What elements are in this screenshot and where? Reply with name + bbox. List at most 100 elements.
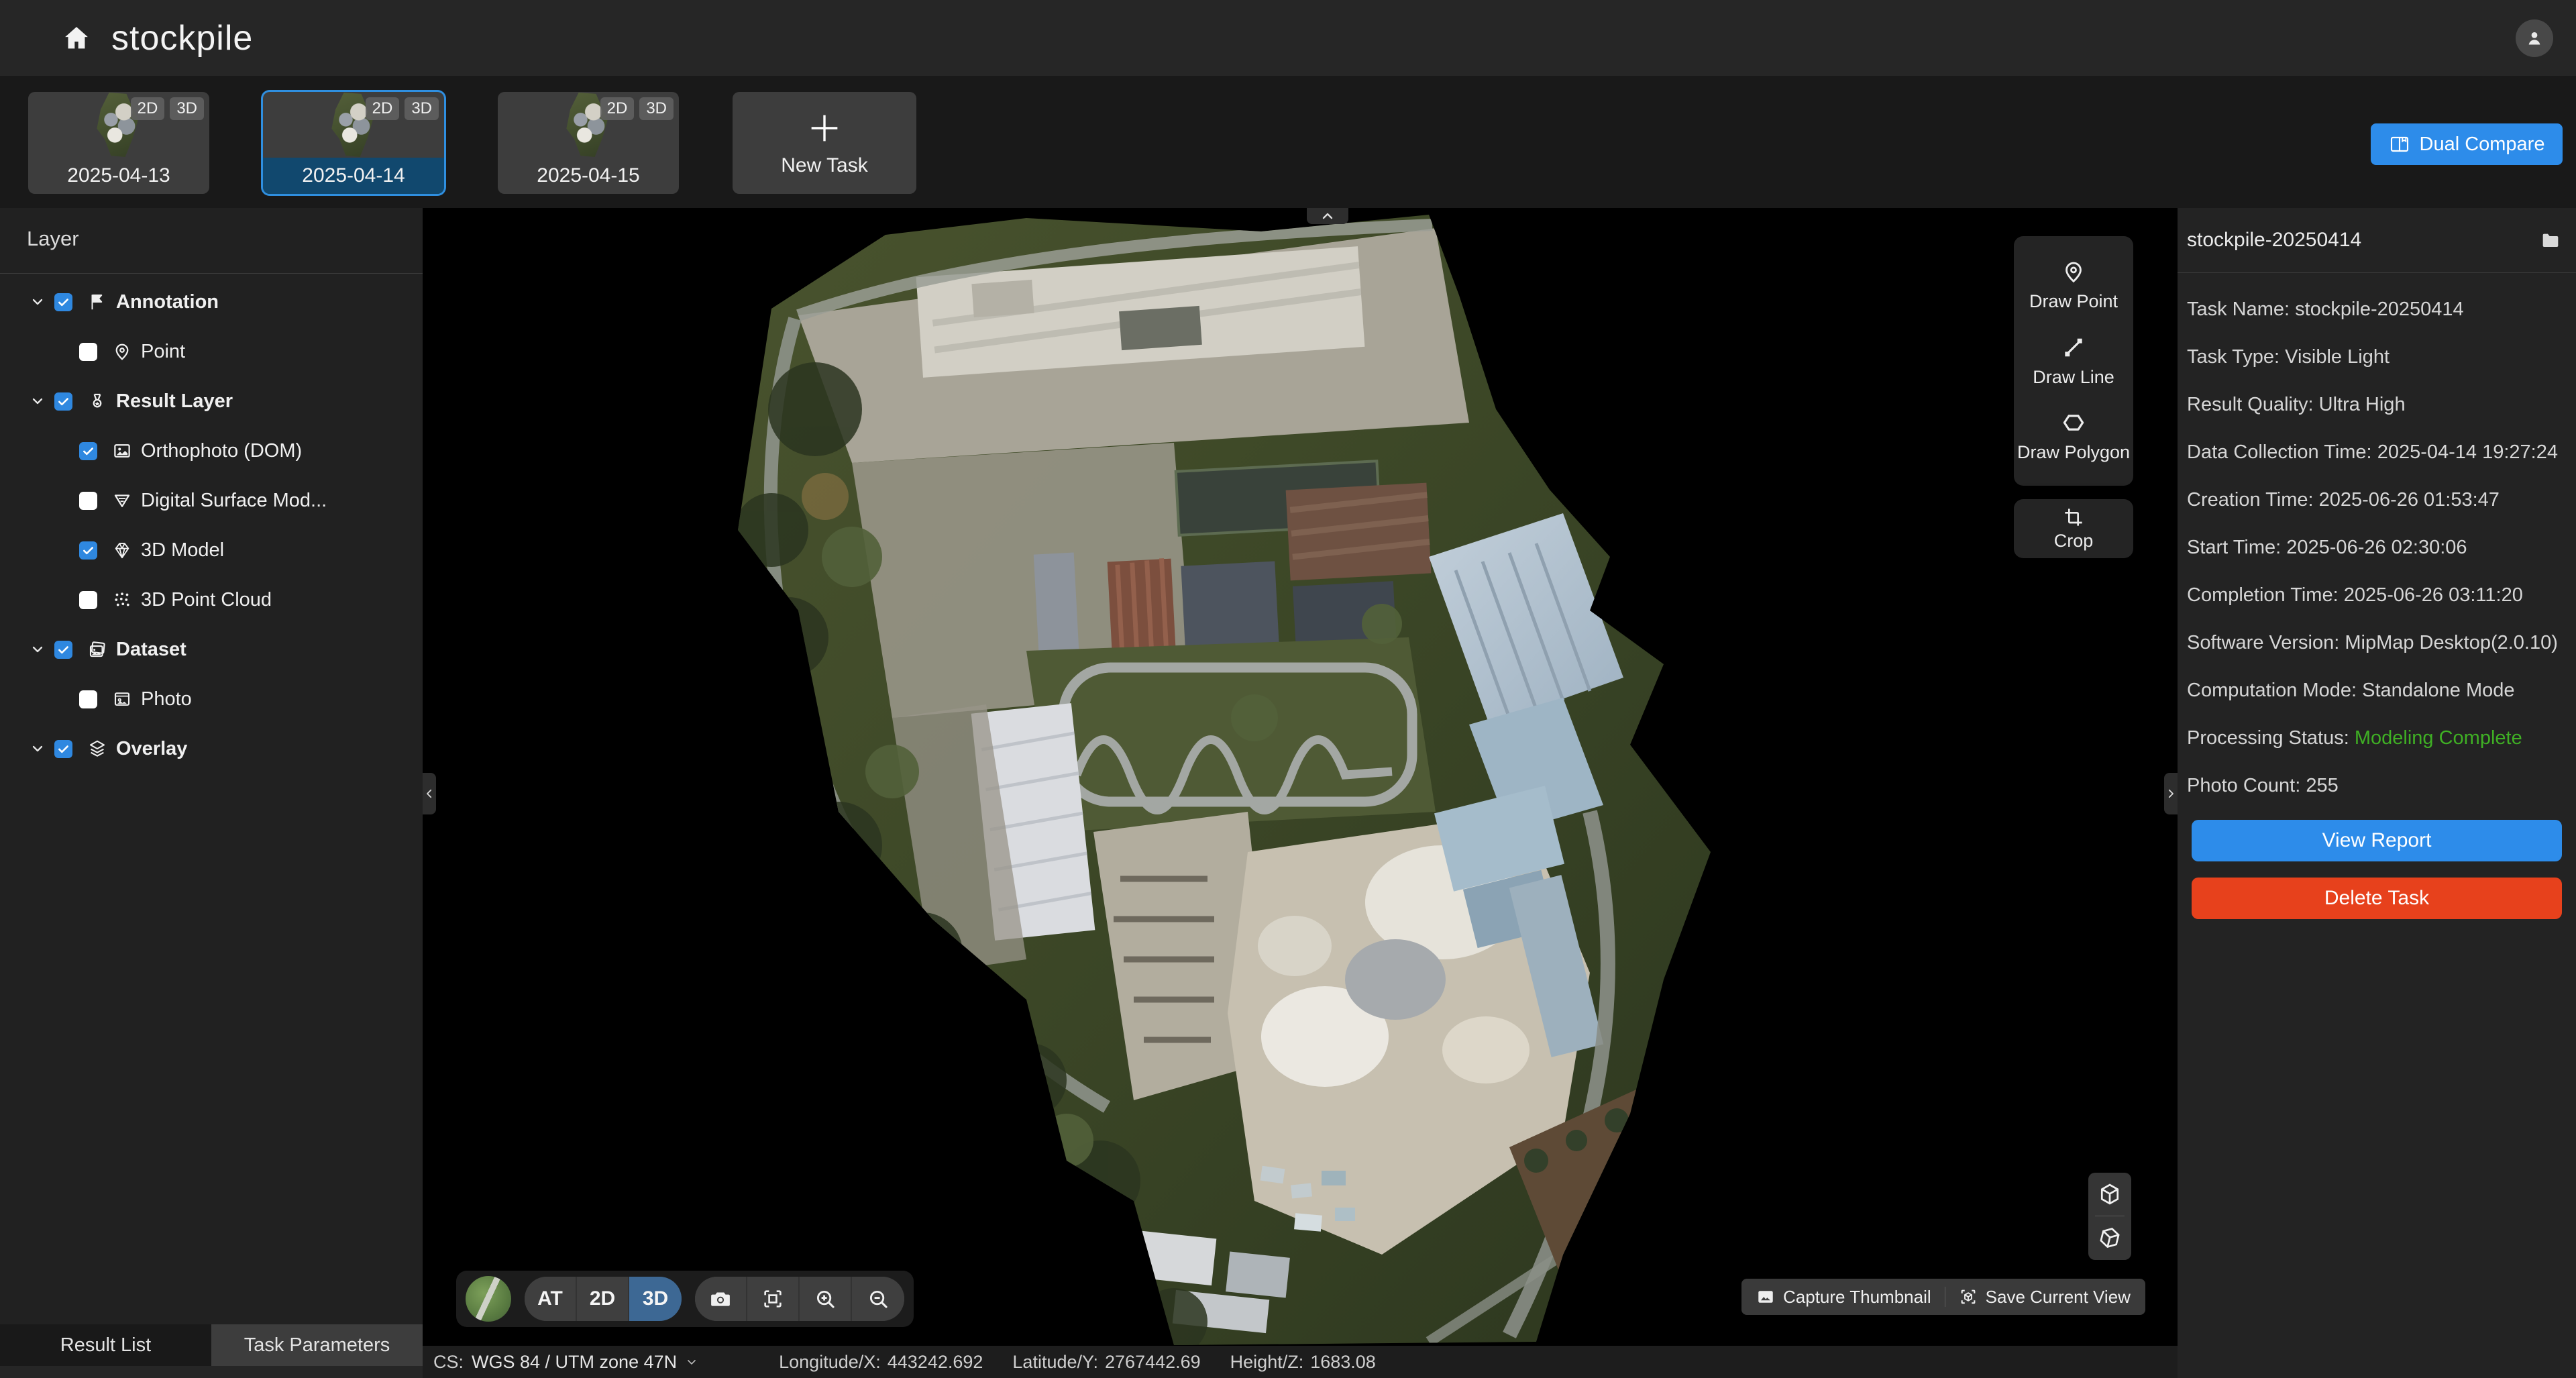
- task-field-task-type: Task Type: Visible Light: [2187, 343, 2565, 371]
- fit-view-button[interactable]: [747, 1277, 800, 1321]
- task-card[interactable]: 2D3D 2025-04-15: [498, 92, 679, 194]
- task-date-label: 2025-04-13: [28, 158, 209, 194]
- chevron-up-icon: [1320, 208, 1336, 224]
- zoom-in-button[interactable]: [800, 1277, 852, 1321]
- collapse-right-panel-button[interactable]: [2164, 773, 2178, 814]
- home-icon: [61, 23, 92, 54]
- sidebar-foot-strip: [0, 1366, 423, 1378]
- layer-checkbox[interactable]: [54, 641, 72, 659]
- save-view-icon: [1959, 1287, 1978, 1306]
- new-task-label: New Task: [781, 154, 868, 177]
- badge-2d: 2D: [366, 97, 400, 120]
- task-strip: 2D3D 2025-04-13 2D3D 2025-04-14 2D3D 202…: [0, 76, 2576, 208]
- map-action-group: [695, 1277, 904, 1321]
- open-folder-button[interactable]: [2540, 229, 2561, 251]
- layer-checkbox[interactable]: [79, 690, 97, 708]
- chevron-down-icon[interactable]: [30, 741, 54, 757]
- layer-checkbox[interactable]: [54, 392, 72, 411]
- layer-row-dataset[interactable]: Dataset: [0, 625, 423, 674]
- map-viewport[interactable]: Draw Point Draw Line Draw Polygon Crop A…: [423, 208, 2178, 1346]
- layer-checkbox[interactable]: [79, 492, 97, 510]
- layer-checkbox[interactable]: [54, 740, 72, 758]
- layer-checkbox[interactable]: [79, 591, 97, 609]
- camera-icon: [709, 1287, 732, 1310]
- chevron-down-icon: [685, 1355, 698, 1369]
- layer-row-annotation[interactable]: Annotation: [0, 277, 423, 327]
- crop-button[interactable]: Crop: [2014, 499, 2133, 558]
- view-mode-3d[interactable]: 3D: [629, 1277, 682, 1321]
- layer-checkbox[interactable]: [79, 343, 97, 361]
- screenshot-button[interactable]: [695, 1277, 747, 1321]
- task-field-creation-time: Creation Time: 2025-06-26 01:53:47: [2187, 486, 2565, 514]
- task-card[interactable]: 2D3D 2025-04-14: [263, 92, 444, 194]
- chevron-right-icon: [2165, 788, 2177, 800]
- view-report-button[interactable]: View Report: [2192, 820, 2562, 861]
- task-card[interactable]: 2D3D 2025-04-13: [28, 92, 209, 194]
- status-bar: CS: WGS 84 / UTM zone 47N Longitude/X:44…: [423, 1346, 2178, 1378]
- flag-icon: [87, 292, 107, 312]
- task-detail-panel: stockpile-20250414 Task Name: stockpile-…: [2178, 208, 2576, 1378]
- layer-row-photo[interactable]: Photo: [0, 674, 423, 724]
- layer-tree: Annotation Point Result Layer Orthophoto…: [0, 277, 423, 774]
- draw-point-button[interactable]: Draw Point: [2029, 259, 2118, 312]
- layer-label: Photo: [141, 688, 192, 710]
- capture-thumbnail-button[interactable]: Capture Thumbnail: [1756, 1287, 1931, 1308]
- collapse-task-strip-button[interactable]: [1307, 208, 1348, 224]
- plus-icon: [805, 109, 844, 148]
- height-readout: Height/Z:1683.08: [1230, 1352, 1376, 1373]
- latitude-readout: Latitude/Y:2767442.69: [1012, 1352, 1200, 1373]
- save-current-view-button[interactable]: Save Current View: [1959, 1287, 2131, 1308]
- layer-row-result-layer[interactable]: Result Layer: [0, 376, 423, 426]
- task-field-software-version: Software Version: MipMap Desktop(2.0.10): [2187, 629, 2565, 657]
- collapse-left-panel-button[interactable]: [423, 773, 436, 814]
- new-task-button[interactable]: New Task: [733, 92, 916, 194]
- capture-thumbnail-label: Capture Thumbnail: [1783, 1287, 1931, 1308]
- layer-row-overlay[interactable]: Overlay: [0, 724, 423, 774]
- ortho-view-button[interactable]: [2088, 1216, 2131, 1259]
- chevron-down-icon[interactable]: [30, 393, 54, 409]
- app-title: stockpile: [111, 18, 253, 58]
- task-thumbnail: 2D3D: [28, 92, 209, 158]
- perspective-view-button[interactable]: [2088, 1173, 2131, 1216]
- layer-row-3d-model[interactable]: 3D Model: [0, 525, 423, 575]
- dual-compare-button[interactable]: Dual Compare: [2371, 123, 2563, 165]
- layer-panel-title: Layer: [27, 227, 79, 251]
- layer-label: Point: [141, 341, 185, 363]
- longitude-readout: Longitude/X:443242.692: [779, 1352, 983, 1373]
- home-button[interactable]: [59, 21, 94, 56]
- task-field-processing-status: Processing Status: Modeling Complete: [2187, 725, 2565, 752]
- line-icon: [2061, 335, 2086, 360]
- view-mode-at[interactable]: AT: [525, 1277, 577, 1321]
- chevron-down-icon[interactable]: [30, 294, 54, 310]
- tab-result-list[interactable]: Result List: [0, 1324, 211, 1366]
- header: stockpile: [0, 0, 2576, 76]
- view-mode-2d[interactable]: 2D: [577, 1277, 629, 1321]
- task-field-result-quality: Result Quality: Ultra High: [2187, 391, 2565, 419]
- layer-row-3d-point-cloud[interactable]: 3D Point Cloud: [0, 575, 423, 625]
- draw-polygon-button[interactable]: Draw Polygon: [2017, 410, 2130, 463]
- layer-row-point[interactable]: Point: [0, 327, 423, 376]
- badge-2d: 2D: [131, 97, 165, 120]
- badge-2d: 2D: [600, 97, 635, 120]
- layer-checkbox[interactable]: [54, 293, 72, 311]
- user-avatar-button[interactable]: [2516, 19, 2553, 57]
- task-thumbnail: 2D3D: [498, 92, 679, 158]
- zoom-out-icon: [867, 1287, 890, 1310]
- cube-icon: [2097, 1181, 2123, 1207]
- coordinate-system-select[interactable]: CS: WGS 84 / UTM zone 47N: [433, 1352, 698, 1373]
- draw-line-button[interactable]: Draw Line: [2033, 335, 2114, 388]
- basemap-thumbnail-button[interactable]: [466, 1276, 511, 1322]
- tab-task-parameters[interactable]: Task Parameters: [211, 1324, 423, 1366]
- layer-label: Orthophoto (DOM): [141, 440, 302, 462]
- layer-checkbox[interactable]: [79, 442, 97, 460]
- draw-line-label: Draw Line: [2033, 367, 2114, 388]
- zoom-out-button[interactable]: [852, 1277, 904, 1321]
- task-field-start-time: Start Time: 2025-06-26 02:30:06: [2187, 534, 2565, 562]
- layer-checkbox[interactable]: [79, 541, 97, 560]
- layer-row-digital-surface-mod[interactable]: Digital Surface Mod...: [0, 476, 423, 525]
- chevron-down-icon[interactable]: [30, 641, 54, 657]
- delete-task-button[interactable]: Delete Task: [2192, 878, 2562, 919]
- layer-row-orthophoto-dom[interactable]: Orthophoto (DOM): [0, 426, 423, 476]
- dual-compare-label: Dual Compare: [2420, 134, 2545, 156]
- draw-point-label: Draw Point: [2029, 291, 2118, 312]
